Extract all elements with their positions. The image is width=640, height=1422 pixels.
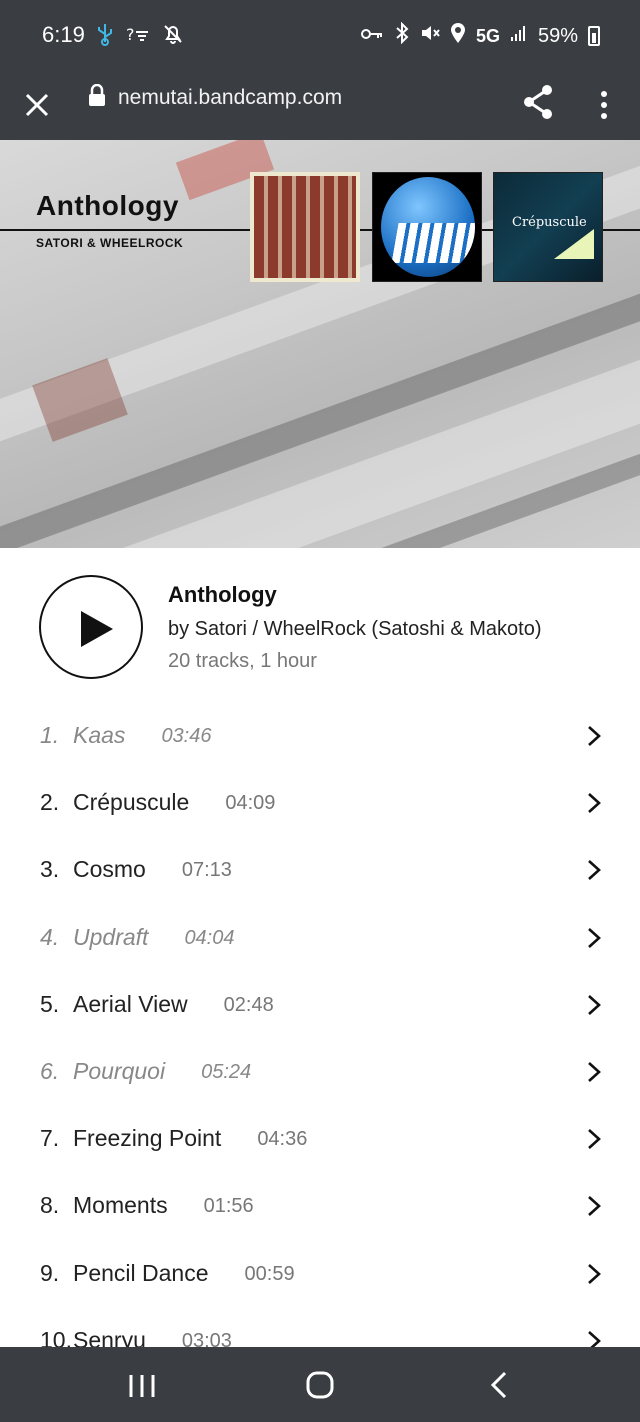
share-icon <box>524 85 552 119</box>
battery-percent: 59% <box>537 24 578 47</box>
track-row[interactable]: 5. Aerial View 02:48 <box>0 971 640 1038</box>
more-options-button[interactable] <box>592 82 616 128</box>
chevron-right-icon[interactable] <box>584 858 604 887</box>
share-button[interactable] <box>520 82 556 122</box>
track-title: Freezing Point <box>73 1125 222 1152</box>
bluetooth-icon <box>394 21 410 50</box>
track-duration: 03:46 <box>161 725 212 747</box>
play-button[interactable] <box>39 575 143 679</box>
lock-icon <box>88 83 106 113</box>
track-title: Crépuscule <box>73 789 190 816</box>
album-artist[interactable]: by Satori / WheelRock (Satoshi & Makoto) <box>168 618 541 641</box>
chevron-right-icon[interactable] <box>584 993 604 1022</box>
home-button[interactable] <box>306 1371 334 1404</box>
album-thumbnail-1 <box>250 172 360 282</box>
album-title: Anthology <box>168 582 277 607</box>
url-text[interactable]: nemutai.bandcamp.com <box>118 86 342 110</box>
album-thumbnail-3: Crépuscule <box>493 172 603 282</box>
wifi-question-icon: ? <box>126 24 150 49</box>
banner-title: Anthology <box>36 190 179 221</box>
track-number: 1. <box>40 722 60 748</box>
track-number: 3. <box>40 856 60 883</box>
location-icon <box>450 22 466 50</box>
thumbnail-label: Crépuscule <box>512 215 587 230</box>
play-icon <box>81 611 113 647</box>
track-title: Aerial View <box>73 990 188 1017</box>
status-time: 6:19 <box>42 22 85 47</box>
track-number: 7. <box>40 1125 60 1152</box>
track-duration: 04:09 <box>225 792 276 815</box>
usb-icon <box>96 22 114 51</box>
track-row[interactable]: 7. Freezing Point 04:36 <box>0 1105 640 1172</box>
track-duration: 05:24 <box>201 1061 252 1083</box>
track-title: Kaas <box>73 722 126 748</box>
chevron-right-icon[interactable] <box>584 791 604 820</box>
chevron-right-icon[interactable] <box>584 1194 604 1223</box>
notifications-off-icon <box>162 23 184 50</box>
mute-icon <box>420 23 440 49</box>
browser-toolbar: nemutai.bandcamp.com <box>0 70 640 140</box>
chevron-right-icon[interactable] <box>584 724 604 753</box>
track-number: 6. <box>40 1058 60 1084</box>
track-number: 4. <box>40 923 60 950</box>
signal-icon <box>510 24 528 48</box>
track-duration: 01:56 <box>203 1195 254 1218</box>
track-row[interactable]: 4. Updraft 04:04 <box>0 904 640 971</box>
track-row[interactable]: 9. Pencil Dance 00:59 <box>0 1240 640 1307</box>
chevron-right-icon[interactable] <box>584 926 604 955</box>
track-duration: 04:36 <box>257 1128 308 1151</box>
track-title: Moments <box>73 1192 168 1219</box>
track-row[interactable]: 8. Moments 01:56 <box>0 1172 640 1239</box>
track-title: Updraft <box>73 923 149 950</box>
recent-apps-icon <box>129 1375 155 1397</box>
track-title: Cosmo <box>73 856 146 883</box>
track-duration: 04:04 <box>184 926 235 949</box>
album-header: Anthology by Satori / WheelRock (Satoshi… <box>0 550 640 690</box>
network-type: 5G <box>475 25 500 46</box>
close-icon <box>25 93 49 117</box>
track-number: 2. <box>40 789 60 816</box>
album-meta: 20 tracks, 1 hour <box>168 650 317 672</box>
track-title: Pencil Dance <box>73 1259 209 1286</box>
battery-icon <box>588 26 600 46</box>
track-duration: 00:59 <box>244 1262 295 1285</box>
track-row[interactable]: 1. Kaas 03:46 <box>0 702 640 769</box>
chevron-right-icon[interactable] <box>584 1262 604 1291</box>
track-title: Pourquoi <box>73 1058 166 1084</box>
svg-text:?: ? <box>126 25 135 44</box>
back-icon <box>490 1371 507 1399</box>
chevron-right-icon[interactable] <box>584 1127 604 1156</box>
banner-artist: SATORI & WHEELROCK <box>36 236 184 250</box>
track-number: 8. <box>40 1192 60 1219</box>
home-icon <box>306 1371 334 1399</box>
close-button[interactable] <box>20 88 54 122</box>
track-duration: 02:48 <box>223 993 274 1016</box>
track-duration: 07:13 <box>181 859 232 882</box>
vpn-key-icon <box>360 25 384 48</box>
track-number: 5. <box>40 990 60 1017</box>
track-row[interactable]: 6. Pourquoi 05:24 <box>0 1038 640 1105</box>
recent-apps-button[interactable] <box>128 1373 156 1404</box>
track-number: 9. <box>40 1259 60 1286</box>
more-vert-icon <box>601 91 607 119</box>
chevron-right-icon[interactable] <box>584 1060 604 1089</box>
back-button[interactable] <box>489 1371 509 1404</box>
album-thumbnail-2 <box>372 172 482 282</box>
track-row[interactable]: 2. Crépuscule 04:09 <box>0 769 640 836</box>
track-row[interactable]: 3. Cosmo 07:13 <box>0 836 640 903</box>
status-bar: 6:19 ? 5G 59% <box>0 0 640 70</box>
system-nav-bar <box>0 1347 640 1422</box>
